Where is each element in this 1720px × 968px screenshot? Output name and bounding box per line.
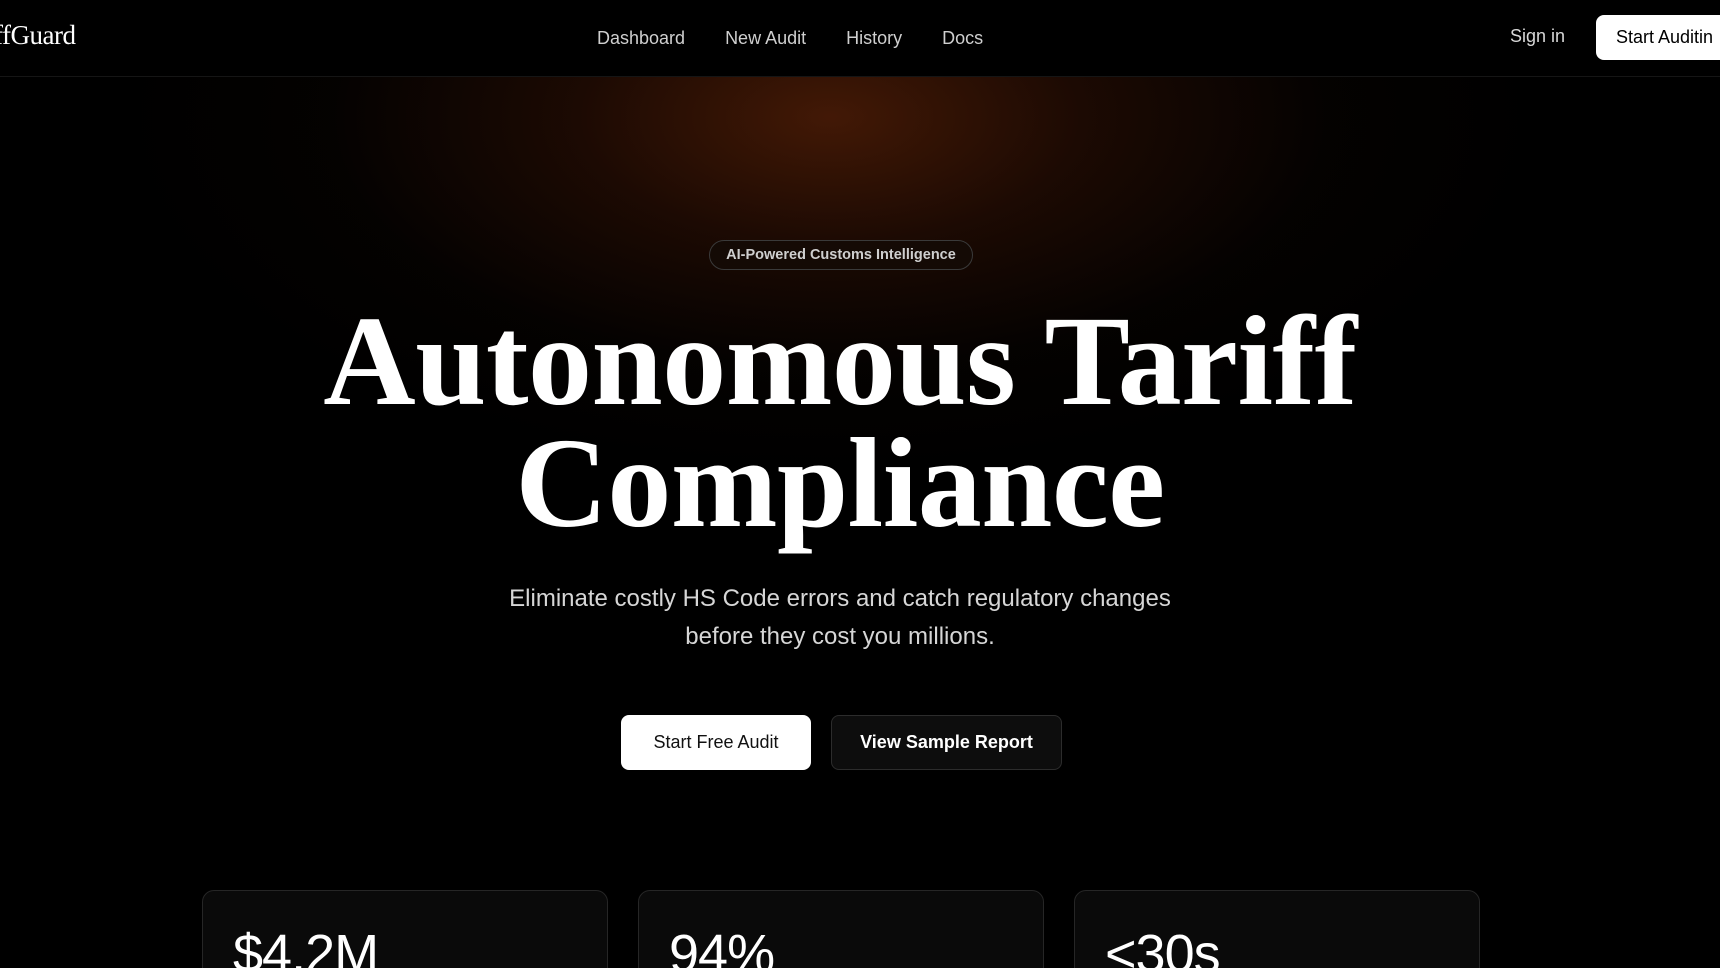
hero-headline: Autonomous Tariff Compliance xyxy=(0,290,1680,554)
hero-subtitle-line-1: Eliminate costly HS Code errors and catc… xyxy=(509,585,1171,612)
brand-logo[interactable]: ffGuard xyxy=(0,20,76,51)
main-nav: Dashboard New Audit History Docs xyxy=(597,0,983,77)
hero-subtitle: Eliminate costly HS Code errors and catc… xyxy=(440,580,1240,656)
hero-badge: AI-Powered Customs Intelligence xyxy=(709,240,973,270)
start-free-audit-button[interactable]: Start Free Audit xyxy=(621,715,811,770)
hero-subtitle-line-2: before they cost you millions. xyxy=(685,623,995,650)
stat-value: $4.2M xyxy=(233,924,379,968)
stat-value: <30s xyxy=(1105,924,1221,968)
top-navigation-bar: ffGuard Dashboard New Audit History Docs… xyxy=(0,0,1720,77)
stat-card-speed: <30s xyxy=(1074,890,1480,968)
nav-link-new-audit[interactable]: New Audit xyxy=(725,28,806,49)
sign-in-link[interactable]: Sign in xyxy=(1510,26,1565,47)
view-sample-report-button[interactable]: View Sample Report xyxy=(831,715,1062,770)
stat-card-accuracy: 94% xyxy=(638,890,1044,968)
nav-link-dashboard[interactable]: Dashboard xyxy=(597,28,685,49)
nav-link-history[interactable]: History xyxy=(846,28,902,49)
stat-value: 94% xyxy=(669,924,775,968)
stat-card-savings: $4.2M xyxy=(202,890,608,968)
hero-headline-line-1: Autonomous Tariff xyxy=(323,290,1357,432)
nav-link-docs[interactable]: Docs xyxy=(942,28,983,49)
hero-headline-line-2: Compliance xyxy=(515,412,1165,554)
landing-page: ffGuard Dashboard New Audit History Docs… xyxy=(0,0,1720,968)
start-auditing-button[interactable]: Start Auditin xyxy=(1596,15,1720,60)
